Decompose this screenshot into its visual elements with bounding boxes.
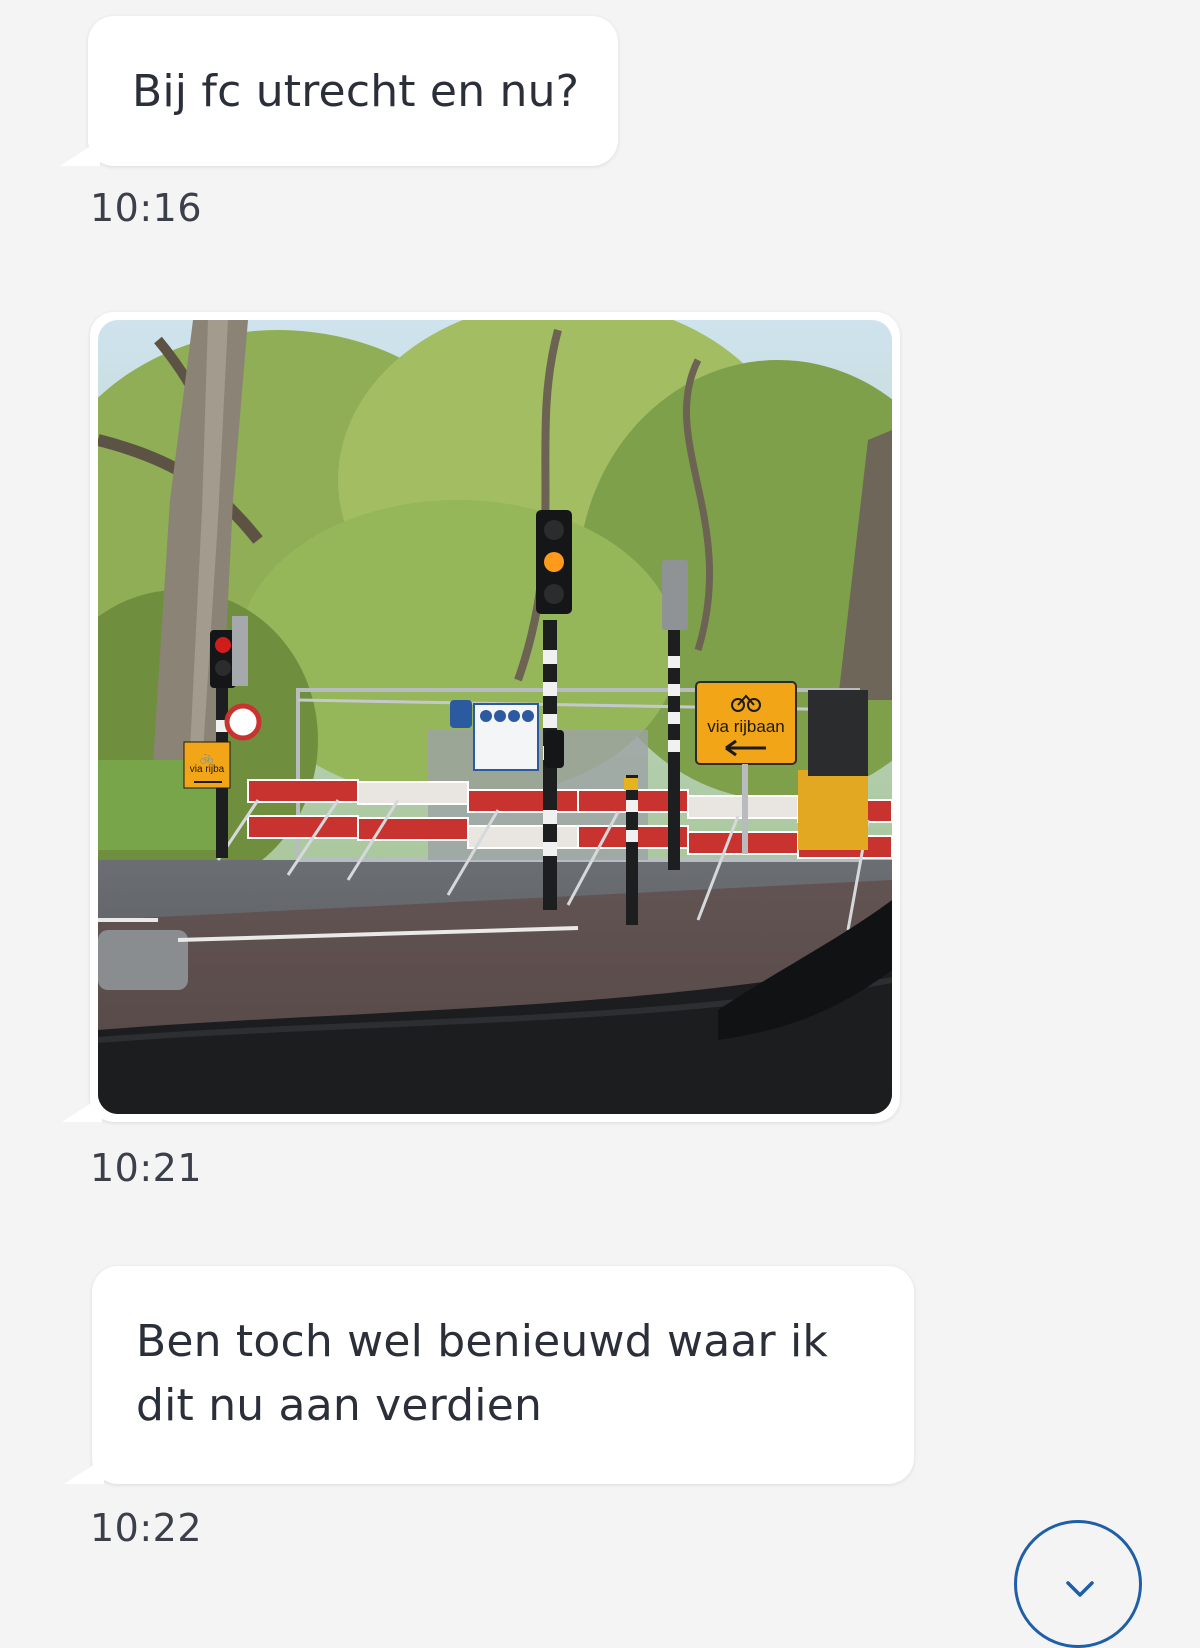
roadworks-photo-illustration: 🚲 via rijba via rijbaan	[98, 320, 892, 1114]
image-message-bubble[interactable]: 🚲 via rijba via rijbaan	[62, 312, 900, 1122]
photo-sign-small-text: via rijba	[190, 764, 225, 775]
photo-sign-large-text: via rijbaan	[707, 717, 785, 736]
chevron-down-icon	[1066, 1581, 1094, 1597]
bubble-tail	[60, 140, 100, 166]
message-text-line-1: Ben toch wel benieuwd waar ik	[136, 1316, 829, 1367]
svg-text:🚲: 🚲	[200, 752, 214, 764]
message-timestamp: 10:16	[90, 186, 203, 230]
message-timestamp: 10:21	[90, 1146, 203, 1190]
chat-thread[interactable]: Bij fc utrecht en nu? 10:16 🚲 via rijba …	[0, 0, 1200, 1648]
scroll-to-bottom-button[interactable]	[1014, 1520, 1142, 1648]
message-text-line-2: dit nu aan verdien	[136, 1380, 543, 1431]
message-timestamp: 10:22	[90, 1506, 203, 1550]
message-bubble-3[interactable]: Ben toch wel benieuwd waar ik dit nu aan…	[64, 1266, 914, 1484]
roadworks-photo[interactable]: 🚲 via rijba via rijbaan	[98, 320, 892, 1114]
message-bubble-1[interactable]: Bij fc utrecht en nu?	[60, 16, 618, 166]
bubble-tail	[64, 1458, 104, 1484]
bubble-tail	[62, 1096, 102, 1122]
message-text: Bij fc utrecht en nu?	[132, 66, 580, 117]
